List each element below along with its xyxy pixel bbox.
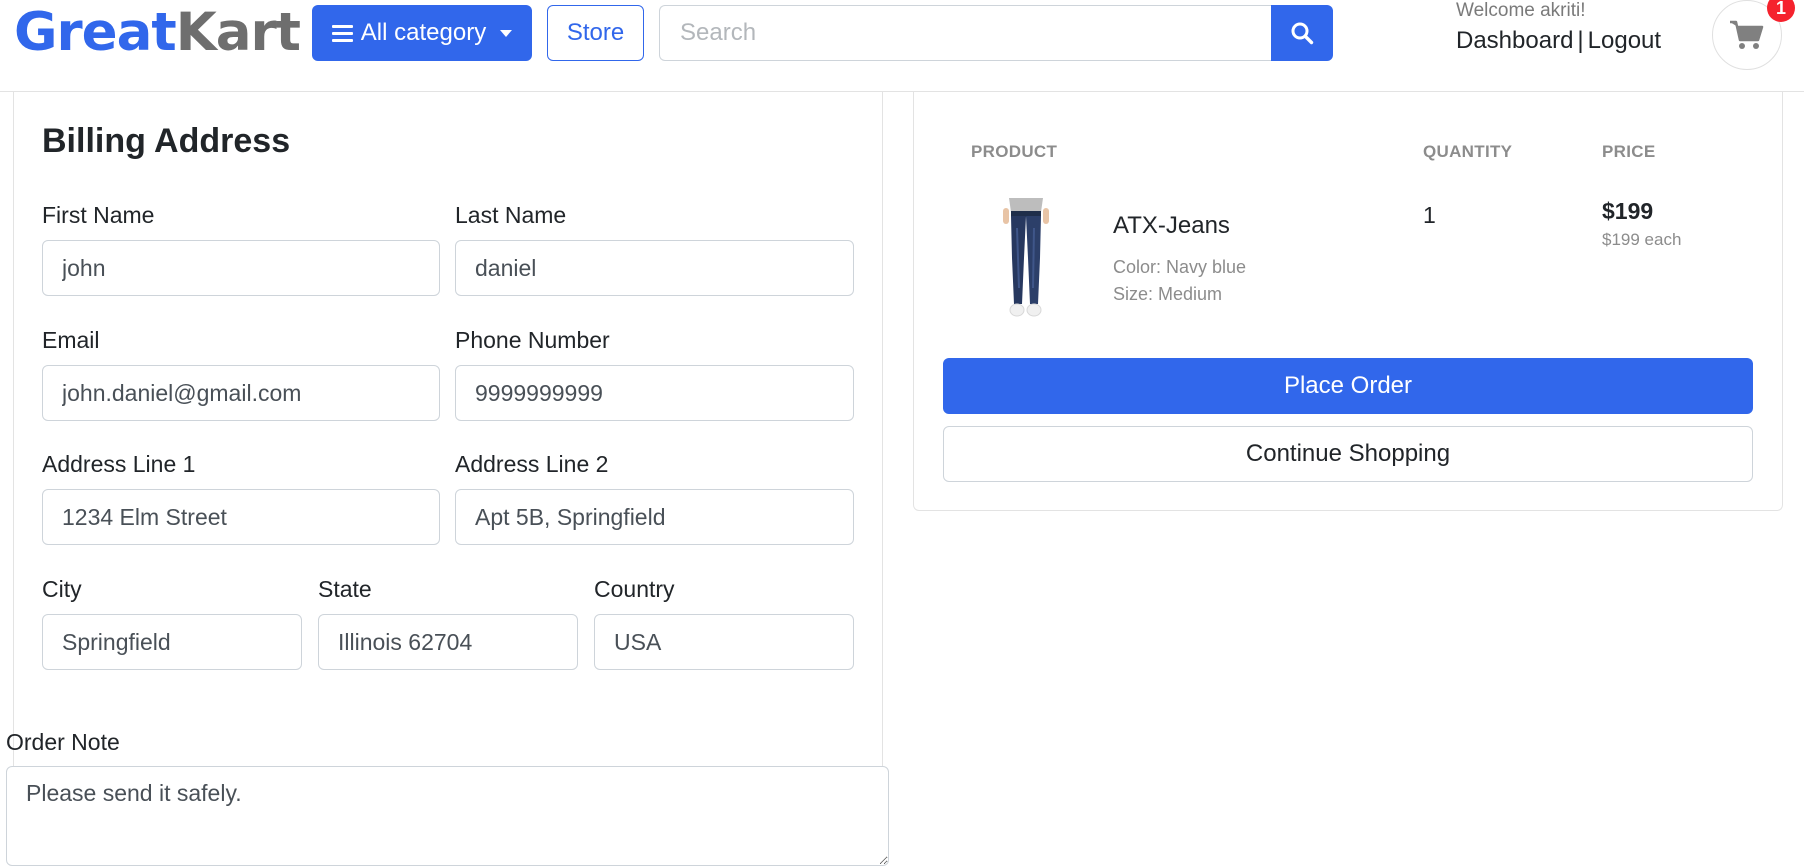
city-input[interactable] <box>42 614 302 670</box>
cart-count-badge: 1 <box>1767 0 1795 22</box>
store-button[interactable]: Store <box>547 5 644 61</box>
billing-title: Billing Address <box>42 122 291 160</box>
state-input[interactable] <box>318 614 578 670</box>
city-label: City <box>42 576 82 602</box>
billing-address-card: Billing Address First Name Last Name Ema… <box>13 92 883 772</box>
link-separator: | <box>1577 27 1584 54</box>
address-line1-label: Address Line 1 <box>42 451 196 477</box>
column-header-product: PRODUCT <box>971 142 1058 161</box>
order-summary-card: PRODUCT QUANTITY PRICE ATX-Jeans Color: … <box>913 92 1783 511</box>
user-links: Dashboard | Logout <box>1456 27 1661 55</box>
last-name-input[interactable] <box>455 240 854 296</box>
brand-logo-part1: Great <box>14 2 177 63</box>
dashboard-link[interactable]: Dashboard <box>1456 27 1573 54</box>
column-header-price: PRICE <box>1602 142 1656 161</box>
product-price: $199 <box>1602 198 1654 224</box>
first-name-input[interactable] <box>42 240 440 296</box>
chevron-down-icon <box>500 29 513 37</box>
shopping-cart-icon <box>1730 20 1764 49</box>
product-price-each: $199 each <box>1602 230 1682 249</box>
first-name-label: First Name <box>42 202 155 228</box>
product-color: Color: Navy blue <box>1113 257 1247 277</box>
address-line2-label: Address Line 2 <box>455 451 609 477</box>
search-icon <box>1291 22 1314 45</box>
state-label: State <box>318 576 372 602</box>
brand-logo-part2: Kart <box>175 2 301 63</box>
site-header: GreatKart All category Store Welcome akr… <box>0 0 1804 92</box>
product-size: Size: Medium <box>1113 284 1223 304</box>
welcome-text: Welcome akriti! <box>1456 0 1586 21</box>
all-category-label: All category <box>360 19 487 46</box>
product-thumbnail[interactable] <box>991 198 1061 322</box>
email-label: Email <box>42 327 100 353</box>
brand-logo[interactable]: GreatKart <box>14 2 301 64</box>
address-line1-input[interactable] <box>42 489 440 545</box>
country-input[interactable] <box>594 614 854 670</box>
menu-icon <box>331 21 353 46</box>
search-input[interactable] <box>659 5 1272 61</box>
logout-link[interactable]: Logout <box>1588 27 1661 54</box>
column-header-quantity: QUANTITY <box>1423 142 1513 161</box>
order-note-textarea[interactable]: Please send it safely. <box>6 766 889 866</box>
product-quantity: 1 <box>1423 202 1436 228</box>
country-label: Country <box>594 576 675 602</box>
all-category-button[interactable]: All category <box>312 5 532 61</box>
phone-label: Phone Number <box>455 327 610 353</box>
continue-shopping-button[interactable]: Continue Shopping <box>943 426 1753 482</box>
address-line2-input[interactable] <box>455 489 854 545</box>
email-input[interactable] <box>42 365 440 421</box>
place-order-button[interactable]: Place Order <box>943 358 1753 414</box>
order-note-label: Order Note <box>6 729 120 755</box>
phone-input[interactable] <box>455 365 854 421</box>
product-name-link[interactable]: ATX-Jeans <box>1113 212 1230 240</box>
search-button[interactable] <box>1271 5 1333 61</box>
last-name-label: Last Name <box>455 202 567 228</box>
